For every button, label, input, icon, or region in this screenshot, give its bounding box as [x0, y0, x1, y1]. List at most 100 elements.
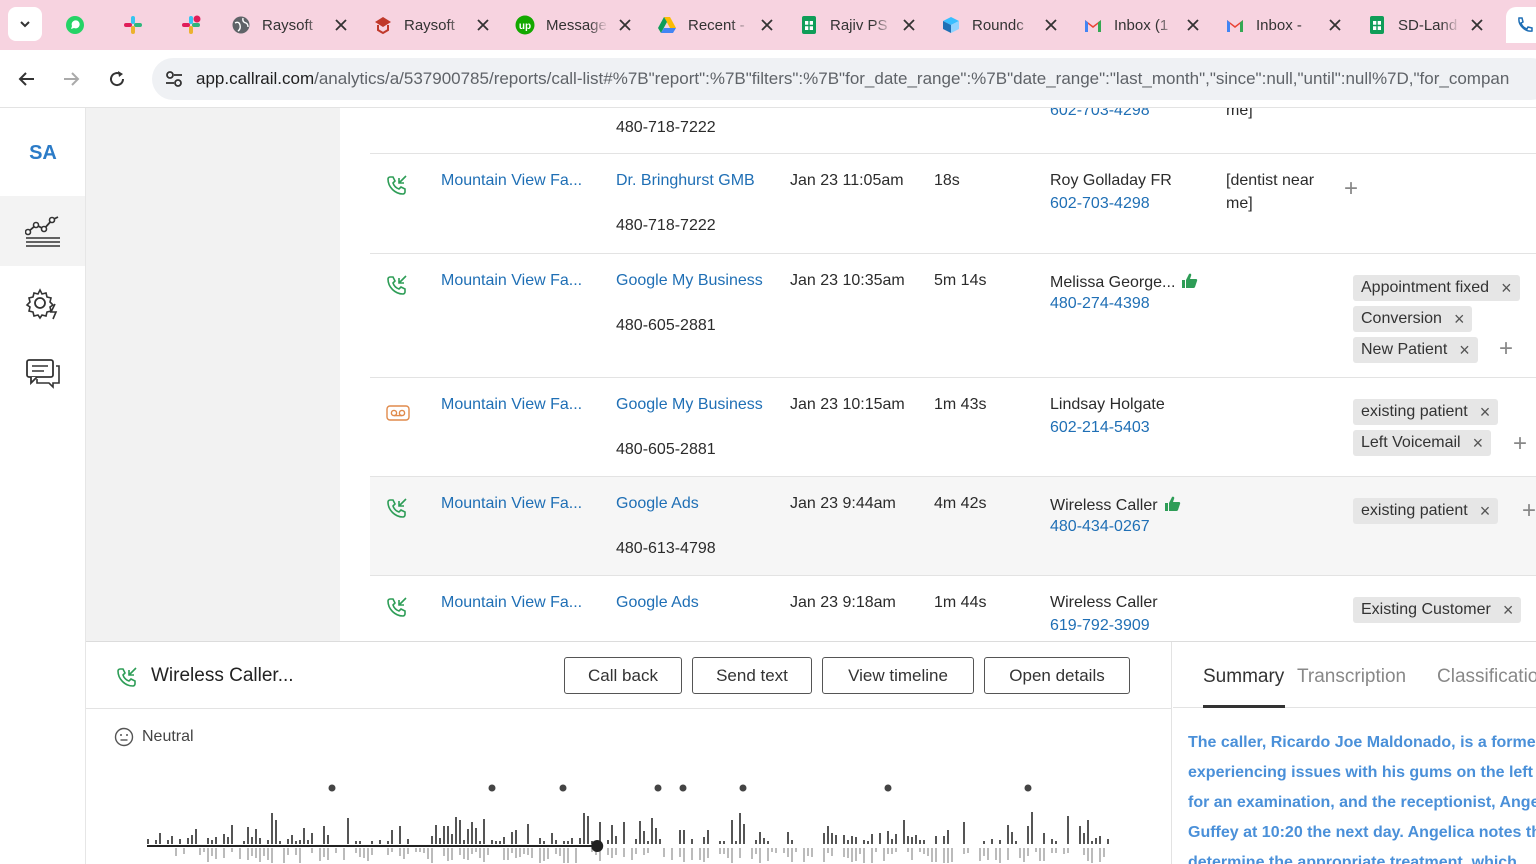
browser-tab[interactable]: Inbox -: [1216, 7, 1354, 43]
back-button[interactable]: [12, 64, 42, 94]
waveform-bar: [267, 840, 269, 844]
source-name[interactable]: Dr. Bringhurst GMB: [616, 172, 755, 190]
close-tab-icon[interactable]: [1468, 16, 1486, 34]
source-name[interactable]: Google My Business: [616, 396, 763, 414]
waveform-marker[interactable]: [559, 784, 567, 792]
tab-summary[interactable]: Summary: [1203, 666, 1284, 688]
remove-tag-icon[interactable]: ×: [1501, 279, 1512, 297]
browser-tab[interactable]: [114, 7, 154, 43]
browser-tab[interactable]: Rajiv PS: [790, 7, 928, 43]
add-tag-button[interactable]: +: [1520, 499, 1536, 523]
close-tab-icon[interactable]: [474, 16, 492, 34]
browser-tab[interactable]: [172, 7, 212, 43]
waveform-bar: [575, 848, 577, 863]
caller-number[interactable]: 619-792-3909: [1050, 617, 1150, 635]
source-name[interactable]: Google Ads: [616, 594, 699, 612]
remove-tag-icon[interactable]: ×: [1459, 341, 1470, 359]
view-timeline-button[interactable]: View timeline: [822, 657, 974, 694]
voicemail-icon: [386, 404, 410, 426]
waveform-marker[interactable]: [488, 784, 496, 792]
forward-button[interactable]: [56, 64, 86, 94]
browser-tab[interactable]: SD-Land: [1358, 7, 1496, 43]
close-tab-icon[interactable]: [332, 16, 350, 34]
playhead-handle[interactable]: [591, 840, 604, 852]
waveform-bar: [563, 848, 565, 863]
close-tab-icon[interactable]: [1326, 16, 1344, 34]
table-row[interactable]: Mountain View Fa... Google Ads 480-613-479…: [370, 477, 1536, 576]
company-name[interactable]: Mountain View Fa...: [441, 172, 582, 190]
browser-tab[interactable]: Recent -: [648, 7, 786, 43]
table-row[interactable]: 480-718-7222 602-703-4298 me]: [370, 108, 1536, 154]
audio-waveform[interactable]: [141, 772, 1116, 864]
browser-tab[interactable]: [56, 7, 96, 43]
add-tag-button[interactable]: +: [1511, 432, 1529, 456]
caller-number[interactable]: 602-703-4298: [1050, 195, 1150, 213]
waveform-marker[interactable]: [739, 784, 747, 792]
company-name[interactable]: Mountain View Fa...: [441, 495, 582, 513]
company-name[interactable]: Mountain View Fa...: [441, 272, 582, 290]
url-field[interactable]: app.callrail.com/analytics/a/537900785/r…: [152, 58, 1536, 100]
sidebar-item-settings[interactable]: [0, 268, 85, 338]
remove-tag-icon[interactable]: ×: [1480, 403, 1491, 421]
source-name[interactable]: Google Ads: [616, 495, 699, 513]
remove-tag-icon[interactable]: ×: [1473, 434, 1484, 452]
browser-tab[interactable]: Raysoft: [364, 7, 502, 43]
company-name[interactable]: Mountain View Fa...: [441, 594, 582, 612]
sidebar-item-analytics[interactable]: [0, 196, 85, 266]
tab-search-button[interactable]: [8, 7, 42, 41]
caller-name: Wireless Caller: [1050, 495, 1181, 515]
waveform-bar: [391, 848, 393, 852]
close-tab-icon[interactable]: [1042, 16, 1060, 34]
send-text-button[interactable]: Send text: [692, 657, 812, 694]
waveform-bar: [1043, 833, 1045, 844]
tab-classification[interactable]: Classification: [1437, 666, 1536, 688]
good-lead-thumbs-up-icon[interactable]: [1181, 272, 1198, 289]
active-browser-tab[interactable]: [1506, 7, 1536, 43]
waveform-bar: [543, 841, 545, 844]
waveform-bar: [271, 813, 273, 844]
remove-tag-icon[interactable]: ×: [1480, 502, 1491, 520]
remove-tag-icon[interactable]: ×: [1454, 310, 1465, 328]
waveform-bar: [439, 838, 441, 844]
waveform-marker[interactable]: [679, 784, 687, 792]
close-tab-icon[interactable]: [1184, 16, 1202, 34]
caller-number[interactable]: 602-703-4298: [1050, 108, 1150, 120]
close-tab-icon[interactable]: [616, 16, 634, 34]
waveform-bar: [963, 822, 965, 844]
reload-button[interactable]: [102, 64, 132, 94]
waveform-bar: [311, 833, 313, 844]
browser-tab[interactable]: up Message: [506, 7, 644, 43]
company-name[interactable]: Mountain View Fa...: [441, 396, 582, 414]
sidebar-item-conversations[interactable]: [0, 338, 85, 408]
waveform-marker[interactable]: [654, 784, 662, 792]
account-initials[interactable]: SA: [0, 142, 86, 165]
browser-tab[interactable]: Inbox (1: [1074, 7, 1212, 43]
source-name[interactable]: Google My Business: [616, 272, 763, 290]
waveform-marker[interactable]: [328, 784, 336, 792]
waveform-marker[interactable]: [884, 784, 892, 792]
waveform-bar: [691, 848, 693, 860]
browser-tab[interactable]: Roundc: [932, 7, 1070, 43]
waveform-bar: [855, 837, 857, 844]
waveform-bar: [783, 848, 785, 853]
call-back-button[interactable]: Call back: [564, 657, 682, 694]
table-row[interactable]: Mountain View Fa... Google My Business 480…: [370, 254, 1536, 378]
close-tab-icon[interactable]: [758, 16, 776, 34]
open-details-button[interactable]: Open details: [984, 657, 1130, 694]
waveform-bar: [791, 848, 793, 862]
good-lead-thumbs-up-icon[interactable]: [1164, 495, 1181, 512]
tab-transcription[interactable]: Transcription: [1297, 666, 1406, 688]
remove-tag-icon[interactable]: ×: [1503, 601, 1514, 619]
add-tag-button[interactable]: +: [1342, 177, 1360, 201]
table-row[interactable]: Mountain View Fa... Dr. Bringhurst GMB 480…: [370, 154, 1536, 254]
table-row[interactable]: Mountain View Fa... Google Ads Jan 23 9:18…: [370, 576, 1536, 641]
site-settings-icon[interactable]: [164, 69, 184, 89]
add-tag-button[interactable]: +: [1497, 337, 1515, 361]
caller-number[interactable]: 602-214-5403: [1050, 419, 1150, 437]
browser-tab[interactable]: Raysoft: [222, 7, 360, 43]
close-tab-icon[interactable]: [900, 16, 918, 34]
table-row[interactable]: Mountain View Fa... Google My Business 480…: [370, 378, 1536, 477]
waveform-marker[interactable]: [1024, 784, 1032, 792]
caller-number[interactable]: 480-434-0267: [1050, 518, 1150, 536]
caller-number[interactable]: 480-274-4398: [1050, 295, 1150, 313]
